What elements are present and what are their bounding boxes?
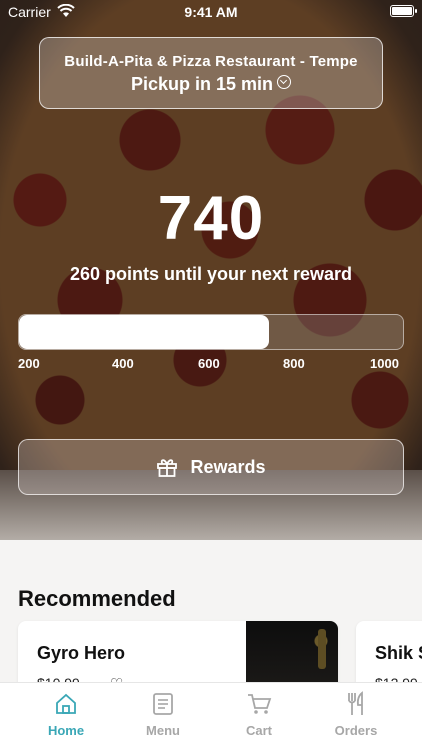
app-screen: Carrier 9:41 AM Build-A-Pita & Pizza Res…	[0, 0, 422, 750]
menu-item-image	[246, 621, 338, 691]
home-icon	[26, 689, 106, 719]
tab-menu[interactable]: Menu	[123, 689, 203, 738]
bottom-tab-bar: Home Menu Cart Orders	[0, 682, 422, 750]
tick-label: 800	[283, 356, 305, 371]
tick-label: 400	[112, 356, 134, 371]
tab-label: Cart	[245, 723, 272, 738]
pickup-label: Pickup in 15 min	[130, 74, 274, 94]
tick-label: 200	[18, 356, 40, 371]
pickup-time: Pickup in 15 min	[40, 74, 382, 95]
tab-label: Home	[47, 723, 85, 738]
progress-ticks: 200 400 600 800 1000	[18, 356, 404, 374]
points-balance: 740	[157, 184, 265, 253]
chevron-down-icon	[277, 75, 292, 89]
menu-item-name: Gyro Hero	[37, 643, 126, 663]
tick-label: 600	[198, 356, 220, 371]
store-selector[interactable]: Build-A-Pita & Pizza Restaurant - Tempe …	[39, 37, 383, 109]
battery-icon	[390, 5, 417, 17]
tick-label: 1000	[370, 356, 399, 371]
recommended-heading: Recommended	[18, 586, 176, 611]
status-bar: Carrier 9:41 AM	[0, 0, 422, 24]
tab-cart[interactable]: Cart	[219, 689, 299, 738]
tab-label: Orders	[334, 723, 378, 738]
rewards-button[interactable]: Rewards	[18, 439, 404, 495]
rewards-progress-fill	[19, 315, 269, 349]
menu-item-card[interactable]: Shik S $12.99	[356, 621, 422, 691]
menu-item-name: Shik S	[375, 643, 422, 663]
rewards-progress-bar	[18, 314, 404, 350]
tab-label: Menu	[146, 723, 180, 738]
clock: 9:41 AM	[184, 4, 238, 20]
menu-icon	[123, 689, 203, 719]
store-name: Build-A-Pita & Pizza Restaurant - Tempe	[64, 53, 358, 70]
tab-orders[interactable]: Orders	[316, 689, 396, 738]
gift-icon	[156, 457, 178, 477]
orders-icon	[316, 689, 396, 719]
menu-item-card[interactable]: Gyro Hero $10.99 ♡	[18, 621, 338, 691]
rewards-button-label: Rewards	[190, 456, 266, 477]
cart-icon	[219, 689, 299, 719]
bottle-shape	[318, 629, 326, 669]
tab-home[interactable]: Home	[26, 689, 106, 738]
points-until-reward: 260 points until your next reward	[69, 264, 353, 284]
